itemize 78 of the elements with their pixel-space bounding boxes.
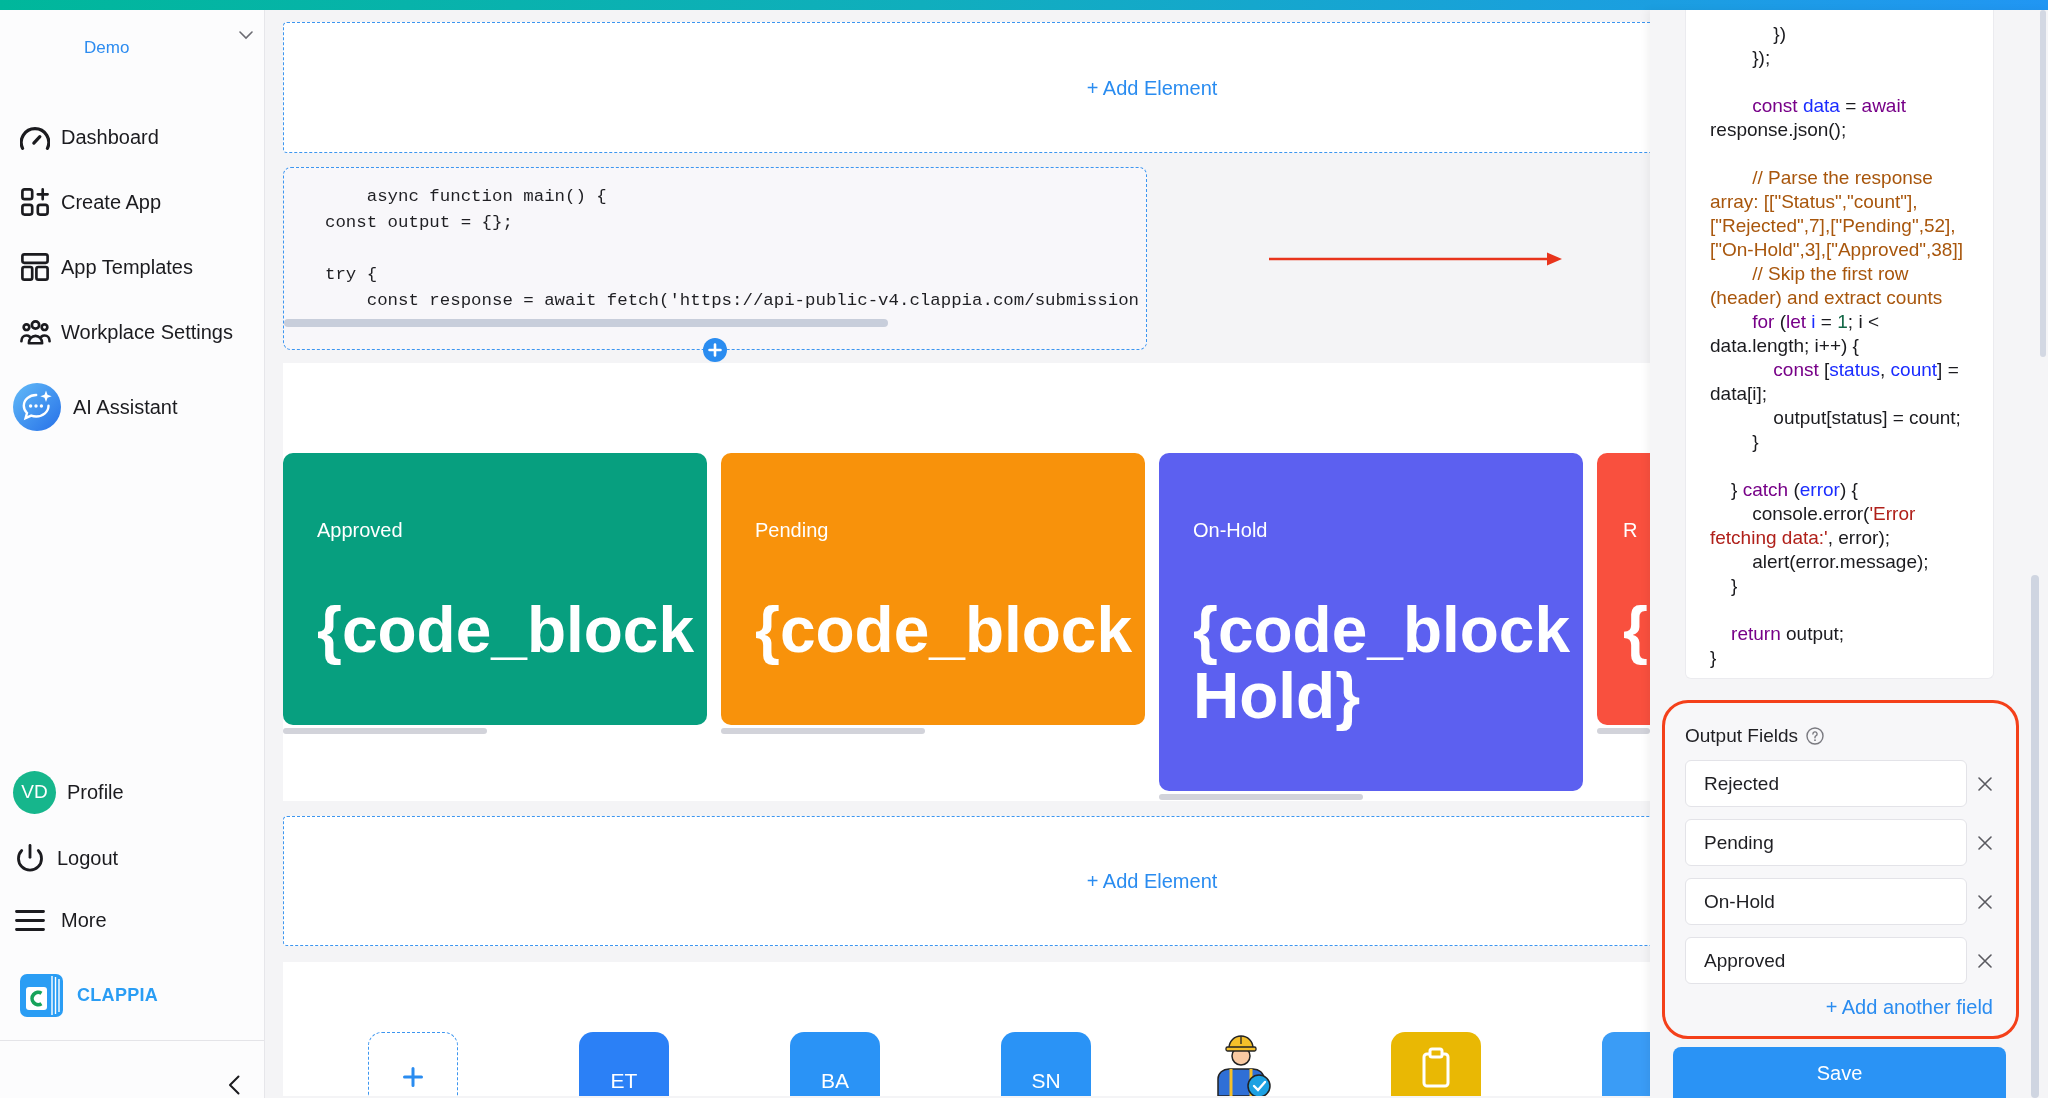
code-line: try { [325, 264, 378, 286]
output-field-input[interactable]: Approved [1685, 937, 1967, 984]
nav-link[interactable]: AI Assistant [0, 364, 264, 450]
code-line: fetching data:', error); [1710, 526, 1890, 550]
nav-link[interactable]: Dashboard [0, 104, 264, 169]
card-value: {code_block Hold} [1193, 597, 1572, 729]
nav-link[interactable]: App Templates [0, 234, 264, 299]
plus-icon [403, 1067, 423, 1087]
nav-link[interactable]: Create App [0, 169, 264, 234]
scrollbar-thumb[interactable] [2031, 575, 2039, 1098]
code-line: (header) and extract counts [1710, 286, 1943, 310]
code-line: } [1751, 430, 1759, 454]
power-icon [17, 843, 43, 873]
code-line: console.error('Error [1751, 502, 1916, 526]
brand-name: CLAPPIA [77, 983, 159, 1007]
app-tile[interactable]: ET [579, 1032, 669, 1096]
output-field-input[interactable]: On-Hold [1685, 878, 1967, 925]
close-icon[interactable] [1978, 776, 1992, 791]
output-field-input[interactable]: Rejected [1685, 760, 1967, 807]
code-line: alert(error.message); [1751, 550, 1929, 574]
menu-icon [15, 909, 45, 931]
close-icon[interactable] [1978, 953, 1992, 968]
card-value: {code_block [317, 597, 696, 663]
code-line: }); [1751, 46, 1771, 70]
app-tile[interactable] [1602, 1032, 1650, 1096]
people-icon [19, 318, 51, 345]
code-line: output[status] = count; [1772, 406, 1961, 430]
clipboard-icon[interactable] [1391, 1032, 1481, 1096]
logo-icon[interactable] [20, 973, 63, 1017]
scrollbar-thumb[interactable] [283, 728, 487, 734]
code-line: } catch (error) { [1730, 478, 1858, 502]
plus-circle-icon[interactable] [703, 338, 727, 362]
close-icon[interactable] [1978, 894, 1992, 909]
code-line: const data = await [1751, 94, 1906, 118]
scrollbar-thumb[interactable] [2040, 10, 2046, 357]
code-line: } [1710, 646, 1717, 670]
code-line: } [1730, 574, 1738, 598]
code-line: return output; [1730, 622, 1845, 646]
code-line: response.json(); [1710, 118, 1847, 142]
scrollbar-thumb[interactable] [1597, 728, 1650, 734]
code-line: const [status, count] = [1772, 358, 1959, 382]
profile-link[interactable]: Profile [67, 777, 124, 807]
code-line: ["Rejected",7],["Pending",52], [1710, 214, 1956, 238]
add-app-button[interactable] [368, 1032, 458, 1096]
code-line: for (let i = 1; i < [1751, 310, 1879, 334]
code-line: const output = {}; [325, 212, 513, 234]
code-line: array: [["Status","count"], [1710, 190, 1918, 214]
card-label: Pending [755, 518, 830, 542]
help-icon[interactable] [1806, 727, 1824, 745]
nav-link[interactable]: Workplace Settings [0, 299, 264, 364]
code-line: const response = await fetch('https://api-public-v4.clappia.com/submission [365, 290, 1139, 312]
close-icon[interactable] [1978, 835, 1992, 850]
grid-plus-icon [21, 187, 49, 216]
code-line: ["On-Hold",3],["Approved",38]] [1710, 238, 1963, 262]
scrollbar-thumb[interactable] [284, 319, 888, 327]
scrollbar-thumb[interactable] [1159, 794, 1363, 800]
output-field-input[interactable]: Pending [1685, 819, 1967, 866]
nav-link[interactable]: Logout [0, 826, 264, 890]
section-title: Output Fields [1685, 724, 1798, 748]
code-line: // Skip the first row [1751, 262, 1909, 286]
chevron-down-icon[interactable] [239, 31, 253, 40]
stat-card[interactable]: On-Hold {code_block Hold} [1159, 453, 1583, 791]
card-label: On-Hold [1193, 518, 1269, 542]
layout-icon [21, 252, 49, 281]
chevron-left-icon[interactable] [228, 1075, 240, 1095]
code-line: data.length; i++) { [1710, 334, 1859, 358]
code-line: }) [1772, 22, 1787, 46]
code-line: async function main() { [365, 186, 607, 208]
code-editor[interactable]: async function main() { const output = {}; try { const response = await fetch('https://api-public-v4.clappia.com/submission [283, 167, 1147, 350]
code-line: data[i]; [1710, 382, 1768, 406]
scrollbar-thumb[interactable] [721, 728, 925, 734]
card-value: { [1623, 597, 1649, 663]
code-line: // Parse the response [1751, 166, 1933, 190]
assistant-icon [13, 383, 61, 431]
card-value: {code_block [755, 597, 1134, 663]
card-label: R [1623, 518, 1639, 542]
nav-link[interactable]: More [0, 890, 264, 950]
card-label: Approved [317, 518, 404, 542]
